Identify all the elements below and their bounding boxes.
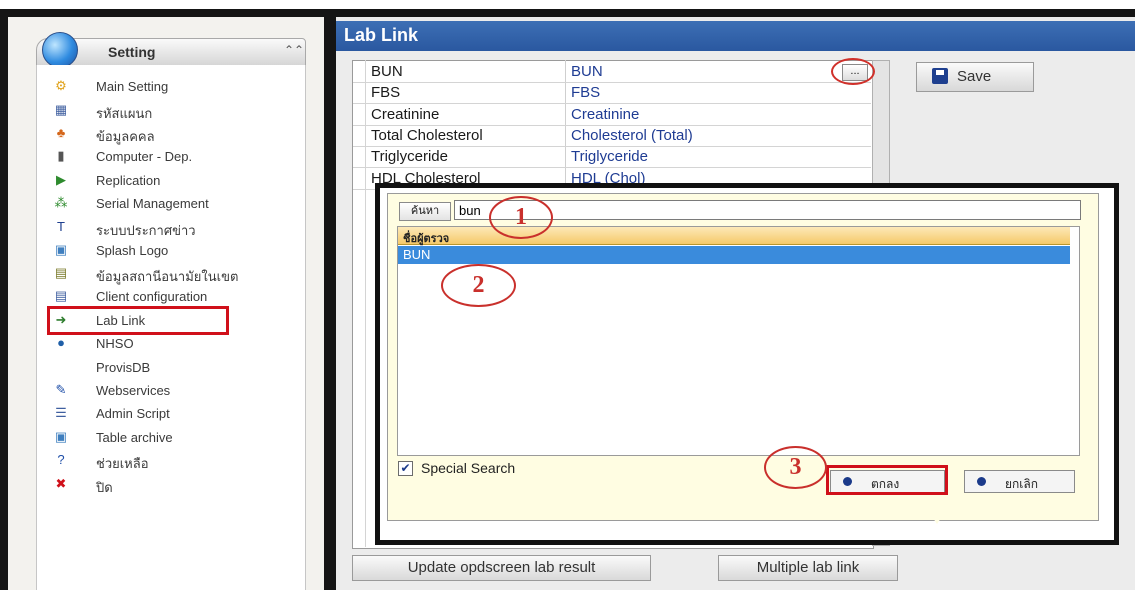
lookup-button-annotation [831,58,875,85]
archive-icon: ▣ [54,429,68,444]
sidebar-item[interactable]: ProvisDB [52,358,292,378]
grid-icon: ▦ [54,102,68,117]
mapped-lab-cell[interactable]: Triglyceride [571,148,648,165]
blank-icon [52,359,70,375]
lab-name-cell: Total Cholesterol [371,126,483,144]
lab-name-cell: Creatinine [371,105,440,123]
sidebar-item-label: ช่วยเหลือ [96,456,149,471]
sidebar-item[interactable]: ▤ Client configuration [52,287,292,307]
save-button-label: Save [957,68,992,85]
result-list-item[interactable]: BUN [398,246,1070,264]
lab-link-highlight [47,306,229,335]
users-icon: ♣ [56,125,66,140]
play-icon: ▶ [56,172,66,187]
computer-icon: ▮ [57,148,65,163]
update-opdscreen-label: Update opdscreen lab result [407,559,596,576]
sidebar-item[interactable]: ▮ Computer - Dep. [52,147,292,167]
table-row[interactable]: Triglyceride Triglyceride [353,146,871,169]
annotation-1: 1 [489,196,553,239]
annotation-3: 3 [764,446,827,489]
annotation-2: 2 [441,264,516,307]
sidebar-item-label: Table archive [96,430,173,445]
webservices-icon: ✎ [55,382,67,397]
sidebar-item-label: ข้อมูลคคล [96,129,155,144]
multiple-lab-link-button[interactable]: Multiple lab link [718,555,898,581]
page-title: Lab Link [344,25,419,45]
cancel-button[interactable]: ยกเลิก [964,470,1075,493]
globe-icon: ● [57,335,65,350]
mapped-lab-cell[interactable]: FBS [571,84,600,101]
table-row[interactable]: Total Cholesterol Cholesterol (Total) [353,125,871,147]
wrench-icon: ⚙ [55,78,67,93]
sidebar-item-label: Splash Logo [96,243,169,258]
image-icon: ▣ [54,242,68,257]
sidebar-item[interactable]: T ระบบประกาศข่าว [52,218,292,238]
lab-name-cell: BUN [371,63,403,80]
mapped-lab-cell[interactable]: Creatinine [571,106,639,123]
result-list-item-label: BUN [403,247,431,262]
lab-name-cell: FBS [371,84,401,102]
sidebar-item[interactable]: ♣ ข้อมูลคคล [52,124,292,144]
sidebar-item-label: Client configuration [96,289,208,304]
sidebar-item[interactable]: ⚙ Main Setting [52,77,292,97]
sidebar-item-label: Main Setting [96,79,169,94]
sidebar-item[interactable]: ☰ Admin Script [52,404,292,424]
table-icon: ▤ [54,265,68,280]
popup-tail [929,512,945,524]
sidebar-item[interactable]: ▦ รหัสแผนก [52,101,292,121]
sidebar-item[interactable]: ● NHSO [52,334,292,354]
sidebar-item[interactable]: ⁂ Serial Management [52,194,292,214]
sidebar-item[interactable]: ▤ ข้อมูลสถานีอนามัยในเขต [52,264,292,284]
sidebar-item-label: Serial Management [96,196,209,211]
globe-icon [42,32,78,68]
sidebar-item-label: ข้อมูลสถานีอนามัยในเขต [96,269,239,284]
sidebar-item-label: ProvisDB [96,360,151,375]
close-icon: ✖ [55,476,67,491]
sidebar-item-label: Webservices [96,383,171,398]
title-bar [336,21,1135,51]
sidebar-item[interactable]: ▣ Table archive [52,428,292,448]
config-icon: ▤ [54,288,68,303]
update-opdscreen-button[interactable]: Update opdscreen lab result [352,555,651,581]
sidebar-item[interactable]: ▣ Splash Logo [52,241,292,261]
sidebar-item-label: Replication [96,173,161,188]
sidebar-item-label: ปิด [96,480,113,495]
save-icon [932,68,948,84]
mapped-lab-cell[interactable]: Cholesterol (Total) [571,127,693,144]
cancel-button-label: ยกเลิก [1005,477,1039,491]
table-row[interactable]: BUN BUN [353,61,871,83]
table-row[interactable]: FBS FBS [353,82,871,105]
search-label: ค้นหา [399,202,451,221]
script-icon: ☰ [55,405,67,420]
serial-icon: ⁂ [54,195,68,210]
result-list-header-label: ชื่อผู้ตรวจ [403,233,450,245]
news-icon: T [57,219,65,234]
help-icon: ? [57,452,65,467]
ok-button-highlight [826,465,948,495]
sidebar-item-label: ระบบประกาศข่าว [96,223,196,238]
lab-name-cell: Triglyceride [371,148,448,166]
sidebar-item[interactable]: ▶ Replication [52,171,292,191]
special-search-checkbox[interactable]: ✔ [398,461,413,476]
sidebar-item-label: Admin Script [96,406,170,421]
sidebar-item[interactable]: ✖ ปิด [52,475,292,495]
sidebar-item[interactable]: ✎ Webservices [52,381,292,401]
sidebar-item[interactable]: ? ช่วยเหลือ [52,451,292,471]
sidebar-item-label: Computer - Dep. [96,149,193,164]
multiple-lab-link-label: Multiple lab link [756,559,860,576]
cancel-dot-icon [977,477,986,486]
collapse-icon[interactable]: ⌃⌃ [284,43,304,57]
special-search-label: Special Search [421,460,516,476]
sidebar-item-label: รหัสแผนก [96,106,153,121]
sidebar-item-label: NHSO [96,336,134,351]
setting-panel-title: Setting [108,44,156,60]
mapped-lab-cell[interactable]: BUN [571,63,603,80]
table-row[interactable]: Creatinine Creatinine [353,104,871,126]
